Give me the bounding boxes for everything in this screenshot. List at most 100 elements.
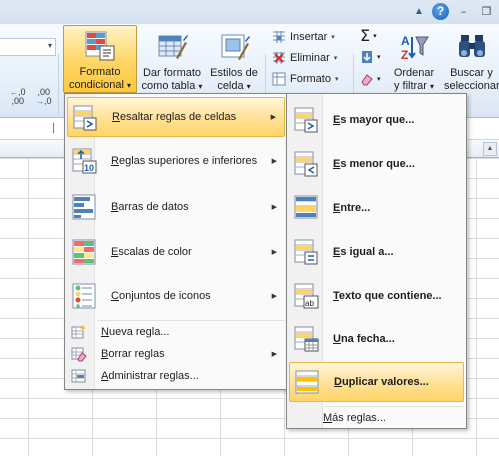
menu-item-new-rule[interactable]: Nueva regla... <box>67 322 285 342</box>
menu-item-clear-rules[interactable]: Borrar reglas ▶ <box>67 344 285 364</box>
menu-label: Nueva regla... <box>101 326 170 338</box>
insert-cells-icon <box>272 30 286 44</box>
cell-styles-icon <box>218 31 250 63</box>
format-cells-icon <box>272 72 286 86</box>
menu-label: Conjuntos de iconos <box>111 290 211 302</box>
highlight-rules-icon <box>72 104 100 132</box>
svg-text:ab: ab <box>305 299 314 308</box>
color-scales-icon <box>71 238 99 266</box>
submenu-item-duplicate-values[interactable]: Duplicar valores... <box>289 362 464 402</box>
help-icon[interactable]: ? <box>432 3 449 20</box>
submenu-arrow-icon: ▶ <box>271 351 277 358</box>
manage-rules-icon <box>71 368 87 384</box>
cell-styles-label-2: celda ▾ <box>217 80 251 92</box>
menu-label: Más reglas... <box>323 412 386 424</box>
format-button[interactable]: Formato ▾ <box>272 69 338 89</box>
collapse-ribbon-icon[interactable]: ▲ <box>412 5 426 19</box>
conditional-format-label-1: Formato <box>79 66 121 78</box>
menu-label: Entre... <box>333 202 371 214</box>
format-as-table-icon <box>156 31 188 63</box>
submenu-item-between[interactable]: Entre... <box>289 188 464 228</box>
clear-rules-icon <box>71 346 87 362</box>
find-select-label-2: seleccionar <box>444 80 499 92</box>
data-bars-icon <box>71 193 99 221</box>
format-as-table-label-2: como tabla ▾ <box>141 80 203 92</box>
submenu-item-equal-to[interactable]: Es igual a... <box>289 232 464 272</box>
sort-filter-label-1: Ordenar <box>393 67 435 79</box>
fill-down-icon <box>362 51 372 63</box>
menu-item-color-scales[interactable]: Escalas de color ▶ <box>67 232 285 272</box>
menu-label: Barras de datos <box>111 201 189 213</box>
delete-button[interactable]: Eliminar ▾ <box>272 48 337 68</box>
date-occurring-icon <box>293 325 321 353</box>
submenu-item-greater-than[interactable]: Es mayor que... <box>289 100 464 140</box>
conditional-format-button[interactable]: Formato condicional ▾ <box>63 25 137 93</box>
autosum-button[interactable]: Σ ▾ <box>360 26 377 45</box>
menu-label: Texto que contiene... <box>333 290 442 302</box>
icon-sets-icon <box>71 282 99 310</box>
minimize-icon[interactable]: – <box>455 3 472 20</box>
menu-item-highlight-rules[interactable]: Resaltar reglas de celdas ▶ <box>67 97 285 137</box>
scroll-up-icon[interactable]: ▲ <box>483 142 497 156</box>
menu-item-icon-sets[interactable]: Conjuntos de iconos ▶ <box>67 276 285 316</box>
submenu-item-less-than[interactable]: Es menor que... <box>289 144 464 184</box>
conditional-format-icon <box>84 30 116 62</box>
number-format-combo[interactable]: ▾ <box>0 38 56 56</box>
menu-label: Administrar reglas... <box>101 370 199 382</box>
submenu-arrow-icon: ▶ <box>271 158 277 165</box>
duplicate-values-icon <box>294 369 322 397</box>
svg-text:Z: Z <box>401 48 408 62</box>
submenu-arrow-icon: ▶ <box>271 249 277 256</box>
menu-label: Resaltar reglas de celdas <box>112 111 237 123</box>
menu-item-data-bars[interactable]: Barras de datos ▶ <box>67 187 285 227</box>
greater-than-icon <box>293 106 321 134</box>
sum-icon: Σ <box>360 26 371 45</box>
sort-filter-icon: A Z <box>398 31 430 63</box>
restore-icon[interactable]: ❐ <box>478 3 495 20</box>
increase-decimal-button[interactable]: ←,0 ,00 <box>10 88 26 106</box>
submenu-arrow-icon: ▶ <box>271 204 277 211</box>
delete-label: Eliminar <box>290 52 330 64</box>
conditional-format-label-2: condicional ▾ <box>68 79 132 91</box>
find-select-button[interactable]: Buscar y seleccionar <box>444 27 499 92</box>
less-than-icon <box>293 150 321 178</box>
menu-label: Duplicar valores... <box>334 376 429 388</box>
sort-filter-button[interactable]: A Z Ordenar y filtrar ▾ <box>386 27 442 92</box>
menu-label: Es menor que... <box>333 158 415 170</box>
title-strip: ▲ ? – ❐ <box>0 0 499 24</box>
sort-filter-label-2: y filtrar ▾ <box>393 80 435 92</box>
fill-button[interactable]: ▾ <box>360 50 381 64</box>
menu-label: Es mayor que... <box>333 114 415 126</box>
format-as-table-label-1: Dar formato <box>142 67 202 79</box>
format-as-table-button[interactable]: Dar formato como tabla ▾ <box>138 27 206 92</box>
insert-label: Insertar <box>290 31 328 43</box>
cell-styles-label-1: Estilos de <box>210 67 258 79</box>
submenu-item-more-rules[interactable]: Más reglas... <box>289 408 464 428</box>
clear-button[interactable]: ▾ <box>360 72 381 86</box>
submenu-item-text-contains[interactable]: ab Texto que contiene... <box>289 276 464 316</box>
conditional-format-menu: Resaltar reglas de celdas ▶ 10 Reglas su… <box>64 93 288 390</box>
menu-label: Una fecha... <box>333 333 395 345</box>
format-label: Formato <box>290 73 331 85</box>
decrease-decimal-button[interactable]: ,00 →,0 <box>36 88 52 107</box>
equal-to-icon <box>293 238 321 266</box>
menu-label: Escalas de color <box>111 246 192 258</box>
menu-item-manage-rules[interactable]: Administrar reglas... <box>67 366 285 386</box>
binoculars-icon <box>456 31 488 63</box>
find-select-label-1: Buscar y <box>450 67 493 79</box>
svg-text:A: A <box>401 34 410 48</box>
text-contains-icon: ab <box>293 282 321 310</box>
submenu-arrow-icon: ▶ <box>270 114 276 121</box>
svg-text:10: 10 <box>84 163 94 173</box>
between-icon <box>293 194 321 222</box>
menu-label: Borrar reglas <box>101 348 165 360</box>
eraser-icon <box>361 74 373 86</box>
new-rule-icon <box>71 324 87 340</box>
menu-item-top-bottom-rules[interactable]: 10 Reglas superiores e inferiores ▶ <box>67 141 285 181</box>
submenu-item-date-occurring[interactable]: Una fecha... <box>289 319 464 359</box>
menu-label: Reglas superiores e inferiores <box>111 155 258 167</box>
top-bottom-rules-icon: 10 <box>71 147 99 175</box>
insert-button[interactable]: Insertar ▾ <box>272 27 335 47</box>
delete-cells-icon <box>272 51 286 65</box>
cell-styles-button[interactable]: Estilos de celda ▾ <box>206 27 262 92</box>
